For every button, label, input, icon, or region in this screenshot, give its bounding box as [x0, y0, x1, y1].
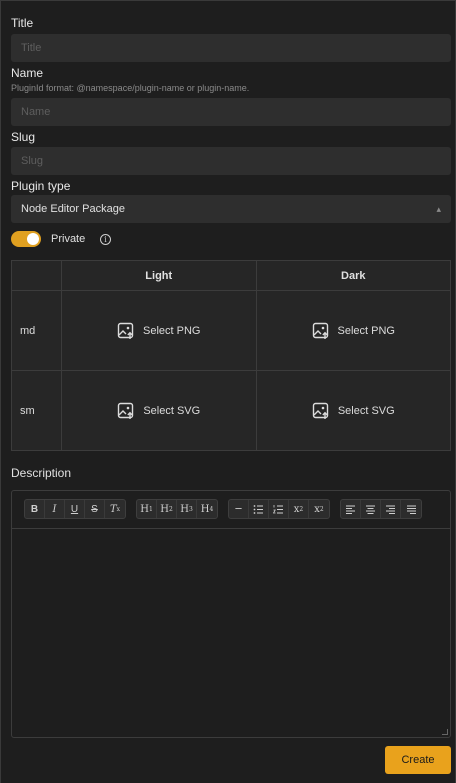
select-svg-label: Select SVG: [337, 404, 395, 417]
plugin-type-label: Plugin type: [11, 179, 71, 193]
select-sm-dark-cell: Select SVG: [255, 370, 451, 451]
clear-format-button[interactable]: Tx: [105, 500, 125, 518]
bullet-list-icon: [253, 504, 263, 514]
toggle-knob: [27, 233, 39, 245]
name-label: Name: [11, 66, 44, 80]
select-md-light-button[interactable]: Select PNG: [62, 291, 256, 370]
subscript-button[interactable]: x2: [289, 500, 309, 518]
select-sm-dark-button[interactable]: Select SVG: [257, 371, 451, 450]
strikethrough-button[interactable]: S: [85, 500, 105, 518]
select-sm-light-button[interactable]: Select SVG: [62, 371, 256, 450]
underline-button[interactable]: U: [65, 500, 85, 518]
header-light: Light: [61, 260, 257, 291]
slug-label: Slug: [11, 130, 36, 144]
select-md-dark-cell: Select PNG: [255, 290, 451, 371]
align-justify-icon: [406, 505, 416, 514]
create-button[interactable]: Create: [385, 746, 451, 774]
private-toggle[interactable]: [11, 231, 41, 247]
heading-group: H1 H2 H3 H4: [136, 499, 218, 519]
description-textarea[interactable]: [12, 529, 450, 735]
description-label: Description: [11, 466, 72, 480]
image-upload-icon: [312, 322, 328, 339]
superscript-button[interactable]: x2: [309, 500, 329, 518]
icons-table: Light Dark md Select PNG Select PNG sm S…: [11, 260, 451, 451]
image-upload-icon: [312, 402, 329, 419]
align-center-icon: [366, 505, 375, 514]
align-right-button[interactable]: [381, 500, 401, 518]
align-center-button[interactable]: [361, 500, 381, 518]
heading-4-button[interactable]: H4: [197, 500, 217, 518]
chevron-up-down-icon: ▴: [436, 204, 441, 214]
name-hint: PluginId format: @namespace/plugin-name …: [11, 83, 250, 93]
heading-3-button[interactable]: H3: [177, 500, 197, 518]
ordered-list-button[interactable]: [269, 500, 289, 518]
image-upload-icon: [118, 402, 134, 419]
plugin-type-value: Node Editor Package: [21, 203, 125, 215]
select-md-light-cell: Select PNG: [61, 290, 257, 371]
align-right-icon: [386, 505, 395, 514]
bullet-list-button[interactable]: [249, 500, 269, 518]
row-size-md: md: [11, 290, 62, 371]
table-row: md Select PNG Select PNG: [11, 290, 451, 371]
list-group: ─ x2 x2: [228, 499, 330, 519]
header-empty: [11, 260, 62, 291]
table-header-row: Light Dark: [11, 260, 451, 291]
align-group: [340, 499, 422, 519]
align-justify-button[interactable]: [401, 500, 421, 518]
name-input[interactable]: [11, 98, 451, 126]
italic-button[interactable]: I: [45, 500, 65, 518]
title-input[interactable]: [11, 34, 451, 62]
info-icon[interactable]: i: [100, 234, 111, 245]
description-editor: B I U S Tx H1 H2 H3 H4 ─ x2 x2: [11, 490, 451, 738]
horizontal-rule-button[interactable]: ─: [229, 500, 249, 518]
format-group: B I U S Tx: [24, 499, 126, 519]
heading-2-button[interactable]: H2: [157, 500, 177, 518]
ordered-list-icon: [273, 504, 283, 513]
private-label: Private: [51, 233, 86, 245]
image-upload-icon: [117, 322, 134, 339]
bold-button[interactable]: B: [25, 500, 45, 518]
align-left-icon: [346, 505, 355, 514]
heading-1-button[interactable]: H1: [137, 500, 157, 518]
plugin-type-select[interactable]: Node Editor Package ▴: [11, 195, 451, 223]
select-png-label: Select PNG: [143, 324, 201, 337]
select-sm-light-cell: Select SVG: [61, 370, 257, 451]
resize-handle[interactable]: [442, 729, 448, 735]
select-svg-label: Select SVG: [143, 404, 201, 417]
header-dark: Dark: [255, 260, 451, 291]
align-left-button[interactable]: [341, 500, 361, 518]
select-png-label: Select PNG: [337, 324, 395, 337]
select-md-dark-button[interactable]: Select PNG: [257, 291, 451, 370]
title-label: Title: [11, 16, 34, 30]
editor-toolbar: B I U S Tx H1 H2 H3 H4 ─ x2 x2: [12, 491, 450, 529]
table-row: sm Select SVG Select SVG: [11, 370, 451, 451]
row-size-sm: sm: [11, 370, 62, 451]
slug-input[interactable]: [11, 147, 451, 175]
